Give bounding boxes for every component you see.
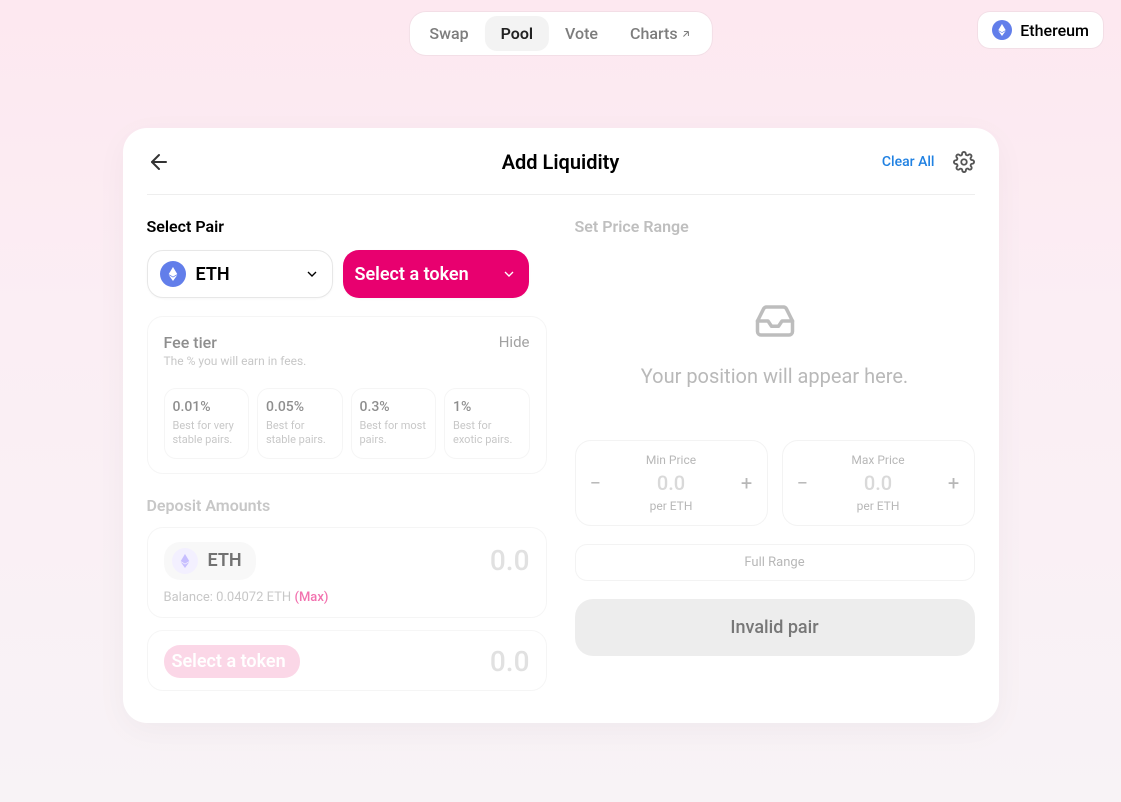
fee-option-pct: 0.05% xyxy=(266,399,334,415)
max-button-a[interactable]: (Max) xyxy=(294,590,328,605)
fee-option-pct: 0.01% xyxy=(173,399,241,415)
fee-tier-box: Fee tier The % you will earn in fees. Hi… xyxy=(147,316,547,474)
token-b-label: Select a token xyxy=(355,264,469,285)
top-nav: Swap Pool Vote Charts xyxy=(409,12,711,55)
left-column: Select Pair ETH Select a token Fe xyxy=(147,217,547,691)
max-price-increase[interactable]: + xyxy=(942,471,966,495)
nav-charts-label: Charts xyxy=(630,24,678,43)
deposit-amounts-label: Deposit Amounts xyxy=(147,496,547,515)
fee-option-desc: Best for most pairs. xyxy=(360,419,428,448)
fee-option-desc: Best for stable pairs. xyxy=(266,419,334,448)
clear-all-link[interactable]: Clear All xyxy=(882,154,935,170)
eth-token-icon xyxy=(172,548,198,574)
fee-option-pct: 0.3% xyxy=(360,399,428,415)
right-column: Set Price Range Your position will appea… xyxy=(575,217,975,691)
deposit-token-b-label: Select a token xyxy=(172,651,286,672)
nav-pool[interactable]: Pool xyxy=(485,16,549,51)
nav-charts[interactable]: Charts xyxy=(614,16,708,51)
deposit-box-b: Select a token 0.0 xyxy=(147,630,547,691)
fee-option-2[interactable]: 0.3% Best for most pairs. xyxy=(351,388,437,459)
network-name: Ethereum xyxy=(1020,21,1089,40)
min-price-box: − Min Price 0.0 per ETH + xyxy=(575,440,768,526)
ethereum-icon xyxy=(992,20,1012,40)
submit-button[interactable]: Invalid pair xyxy=(575,599,975,656)
fee-tier-title: Fee tier xyxy=(164,333,307,352)
balance-text-a: Balance: 0.04072 ETH xyxy=(164,590,292,605)
chevron-down-icon xyxy=(304,266,320,282)
fee-option-desc: Best for very stable pairs. xyxy=(173,419,241,448)
inbox-icon xyxy=(749,300,801,342)
deposit-amount-a[interactable]: 0.0 xyxy=(490,544,530,577)
min-price-increase[interactable]: + xyxy=(735,471,759,495)
select-pair-label: Select Pair xyxy=(147,217,547,236)
max-price-box: − Max Price 0.0 per ETH + xyxy=(782,440,975,526)
min-price-per: per ETH xyxy=(586,499,757,513)
fee-option-0[interactable]: 0.01% Best for very stable pairs. xyxy=(164,388,250,459)
fee-hide-toggle[interactable]: Hide xyxy=(499,333,530,351)
eth-token-icon xyxy=(160,261,186,287)
position-placeholder: Your position will appear here. xyxy=(575,250,975,412)
set-price-range-label: Set Price Range xyxy=(575,217,975,236)
max-price-value[interactable]: 0.0 xyxy=(793,471,964,495)
max-price-label: Max Price xyxy=(793,453,964,467)
nav-vote[interactable]: Vote xyxy=(549,16,614,51)
token-a-selector[interactable]: ETH xyxy=(147,250,333,298)
network-selector[interactable]: Ethereum xyxy=(978,12,1103,48)
min-price-label: Min Price xyxy=(586,453,757,467)
deposit-token-b-chip[interactable]: Select a token xyxy=(164,645,300,678)
back-arrow-icon[interactable] xyxy=(147,150,171,174)
chevron-down-icon xyxy=(501,266,517,282)
settings-icon[interactable] xyxy=(953,151,975,173)
max-price-per: per ETH xyxy=(793,499,964,513)
external-link-icon xyxy=(680,28,692,40)
deposit-box-a: ETH 0.0 Balance: 0.04072 ETH (Max) xyxy=(147,527,547,618)
fee-option-3[interactable]: 1% Best for exotic pairs. xyxy=(444,388,530,459)
nav-swap[interactable]: Swap xyxy=(413,16,484,51)
token-b-selector[interactable]: Select a token xyxy=(343,250,529,298)
fee-option-desc: Best for exotic pairs. xyxy=(453,419,521,448)
full-range-button[interactable]: Full Range xyxy=(575,544,975,581)
min-price-value[interactable]: 0.0 xyxy=(586,471,757,495)
fee-option-1[interactable]: 0.05% Best for stable pairs. xyxy=(257,388,343,459)
card-header: Add Liquidity Clear All xyxy=(147,150,975,195)
token-a-symbol: ETH xyxy=(196,264,230,285)
deposit-amount-b[interactable]: 0.0 xyxy=(490,645,530,678)
deposit-token-a-chip[interactable]: ETH xyxy=(164,542,256,580)
min-price-decrease[interactable]: − xyxy=(584,471,608,495)
max-price-decrease[interactable]: − xyxy=(791,471,815,495)
fee-tier-subtitle: The % you will earn in fees. xyxy=(164,354,307,368)
placeholder-text: Your position will appear here. xyxy=(575,364,975,388)
deposit-token-a-symbol: ETH xyxy=(208,550,242,571)
page-title: Add Liquidity xyxy=(502,150,620,174)
add-liquidity-card: Add Liquidity Clear All Select Pair ETH … xyxy=(123,128,999,723)
fee-option-pct: 1% xyxy=(453,399,521,415)
